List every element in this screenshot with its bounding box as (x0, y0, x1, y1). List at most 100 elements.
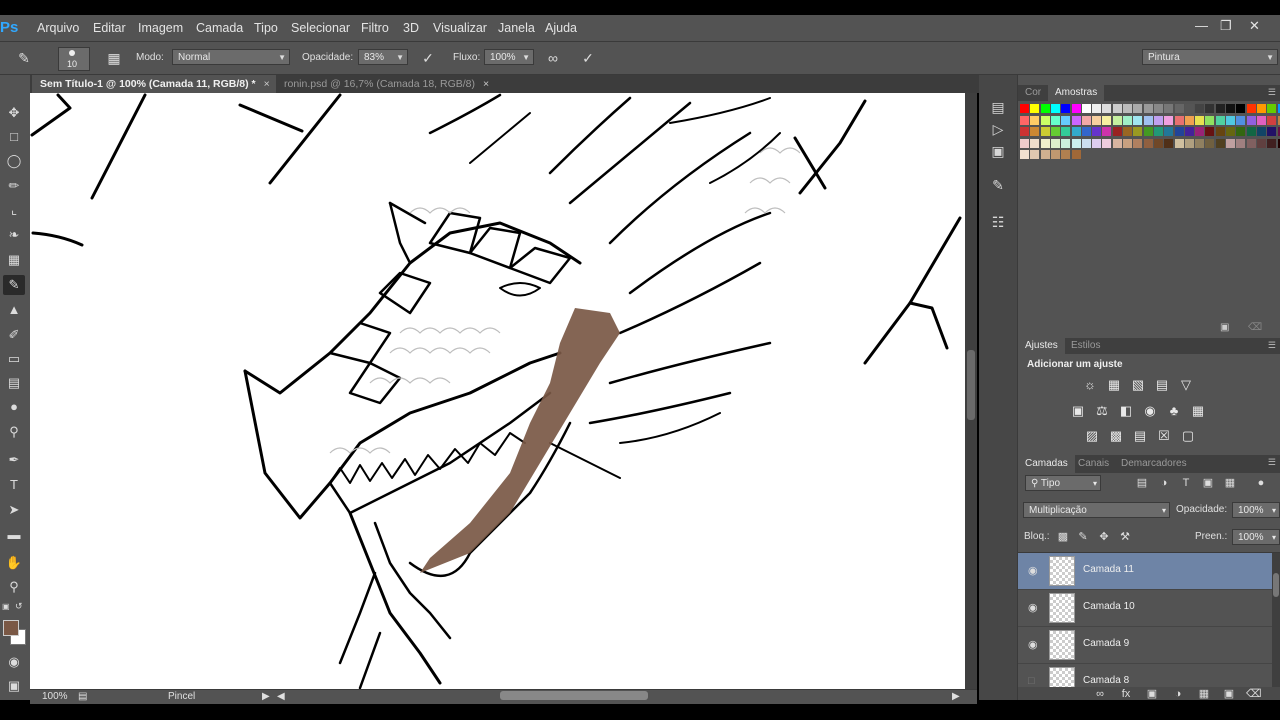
color-swatch[interactable] (1195, 104, 1205, 113)
curves-icon[interactable]: ▧ (1130, 378, 1146, 392)
color-swatch[interactable] (1081, 138, 1091, 148)
menu-janela[interactable]: Janela (498, 21, 535, 35)
eyedropper-tool-icon[interactable]: ❧ (3, 225, 25, 245)
color-swatch[interactable] (1205, 104, 1215, 113)
close-tab-icon[interactable]: × (264, 78, 270, 90)
color-swatch[interactable] (1030, 150, 1040, 159)
mode-select[interactable]: Normal ▼ (172, 49, 290, 65)
color-swatch[interactable] (1050, 138, 1060, 148)
gradient-map-icon[interactable]: ▢ (1180, 429, 1196, 443)
layers-scrollbar[interactable] (1272, 553, 1280, 687)
color-swatch[interactable] (1040, 127, 1050, 136)
color-swatch[interactable] (1246, 138, 1256, 148)
color-swatch[interactable] (1174, 104, 1184, 113)
shape-tool-icon[interactable]: ▬ (3, 525, 25, 545)
black-white-icon[interactable]: ◧ (1118, 404, 1134, 418)
menu-arquivo[interactable]: Arquivo (37, 21, 79, 35)
gradient-tool-icon[interactable]: ▤ (3, 373, 25, 393)
color-swatch[interactable] (1030, 104, 1040, 113)
color-swatch[interactable] (1102, 104, 1112, 113)
color-swatch[interactable] (1153, 138, 1163, 148)
lock-all-icon[interactable]: ⚒ (1118, 530, 1132, 544)
history-brush-tool-icon[interactable]: ✐ (3, 325, 25, 345)
pressure-opacity-icon[interactable]: ✓ (418, 48, 438, 68)
clone-source-panel-icon[interactable]: ☷ (988, 212, 1008, 232)
panel-menu-icon[interactable]: ☰ (1268, 340, 1276, 351)
visibility-eye-icon[interactable]: ◉ (1028, 638, 1038, 651)
color-swatch[interactable] (1112, 104, 1122, 113)
color-swatch[interactable] (1246, 115, 1256, 125)
color-swatch[interactable] (1071, 115, 1081, 125)
color-swatch[interactable] (1256, 104, 1266, 113)
close-tab-icon[interactable]: × (483, 78, 489, 90)
new-swatch-icon[interactable]: ▣ (1220, 322, 1229, 333)
layer-filter-select[interactable]: ⚲ Tipo ▾ (1025, 475, 1101, 491)
color-swatch[interactable] (1205, 115, 1215, 125)
color-swatch[interactable] (1226, 115, 1235, 125)
color-swatch[interactable] (1256, 138, 1266, 148)
color-balance-icon[interactable]: ⚖ (1094, 404, 1110, 418)
color-swatch[interactable] (1236, 138, 1246, 148)
color-swatch[interactable] (1020, 104, 1029, 113)
color-swatch[interactable] (1184, 127, 1194, 136)
filter-pixel-icon[interactable]: ▤ (1135, 476, 1149, 490)
color-swatch[interactable] (1020, 138, 1029, 148)
color-swatch[interactable] (1020, 127, 1029, 136)
color-swatch[interactable] (1256, 115, 1266, 125)
color-swatch[interactable] (1226, 104, 1235, 113)
color-swatch[interactable] (1226, 138, 1235, 148)
add-mask-icon[interactable]: ▣ (1145, 687, 1159, 701)
filter-shape-icon[interactable]: ▣ (1201, 476, 1215, 490)
lasso-tool-icon[interactable]: ◯ (3, 151, 25, 171)
menu-editar[interactable]: Editar (93, 21, 126, 35)
color-swatch[interactable] (1092, 127, 1102, 136)
color-swatch[interactable] (1081, 115, 1091, 125)
menu-imagem[interactable]: Imagem (138, 21, 183, 35)
brush-tool-icon[interactable]: ✎ (3, 275, 25, 295)
color-swatch[interactable] (1061, 127, 1071, 136)
color-swatch[interactable] (1040, 150, 1050, 159)
flow-field[interactable]: 100% ▼ (484, 49, 534, 65)
color-swatch[interactable] (1123, 127, 1132, 136)
color-swatch[interactable] (1102, 127, 1112, 136)
stamp-tool-icon[interactable]: ▲ (3, 300, 25, 320)
tab-estilos[interactable]: Estilos (1064, 338, 1107, 354)
color-swatch[interactable] (1236, 127, 1246, 136)
color-swatch[interactable] (1256, 127, 1266, 136)
color-swatch[interactable] (1195, 127, 1205, 136)
scroll-right-icon[interactable]: ▶ (952, 691, 960, 702)
zoom-level[interactable]: 100% (42, 691, 68, 702)
restore-icon[interactable]: ❐ (1220, 18, 1232, 34)
color-swatch[interactable] (1061, 115, 1071, 125)
path-select-tool-icon[interactable]: ➤ (3, 500, 25, 520)
vertical-scroll-thumb[interactable] (967, 350, 975, 420)
tab-demarcadores[interactable]: Demarcadores (1114, 455, 1194, 473)
tab-sem-titulo[interactable]: Sem Título-1 @ 100% (Camada 11, RGB/8) *… (32, 75, 276, 93)
marquee-tool-icon[interactable]: □ (3, 127, 25, 147)
link-layers-icon[interactable]: ∞ (1093, 687, 1107, 701)
color-swatch[interactable] (1061, 138, 1071, 148)
color-swatch[interactable] (1030, 115, 1040, 125)
menu-ajuda[interactable]: Ajuda (545, 21, 577, 35)
color-swatch[interactable] (1153, 104, 1163, 113)
color-swatch[interactable] (1143, 115, 1153, 125)
color-swatch[interactable] (1164, 138, 1174, 148)
hue-saturation-icon[interactable]: ▣ (1070, 404, 1086, 418)
filter-adjust-icon[interactable]: ◑ (1157, 476, 1171, 490)
color-swatch[interactable] (1030, 127, 1040, 136)
color-swatch[interactable] (1164, 127, 1174, 136)
color-swatch[interactable] (1102, 115, 1112, 125)
color-swatch[interactable] (1267, 115, 1277, 125)
brush-size-picker[interactable]: 10 (58, 47, 90, 71)
menu-3d[interactable]: 3D (403, 21, 419, 35)
crop-tool-icon[interactable]: ⌞ (3, 200, 25, 220)
color-swatch[interactable] (1215, 138, 1225, 148)
filter-smart-icon[interactable]: ▦ (1223, 476, 1237, 490)
color-swatch[interactable] (1164, 104, 1174, 113)
airbrush-icon[interactable]: ∞ (543, 48, 563, 68)
foreground-color-swatch[interactable] (3, 620, 19, 636)
color-swatch[interactable] (1050, 127, 1060, 136)
tab-canais[interactable]: Canais (1071, 455, 1116, 473)
color-swatch[interactable] (1195, 115, 1205, 125)
tab-ronin[interactable]: ronin.psd @ 16,7% (Camada 18, RGB/8) × (276, 75, 498, 93)
